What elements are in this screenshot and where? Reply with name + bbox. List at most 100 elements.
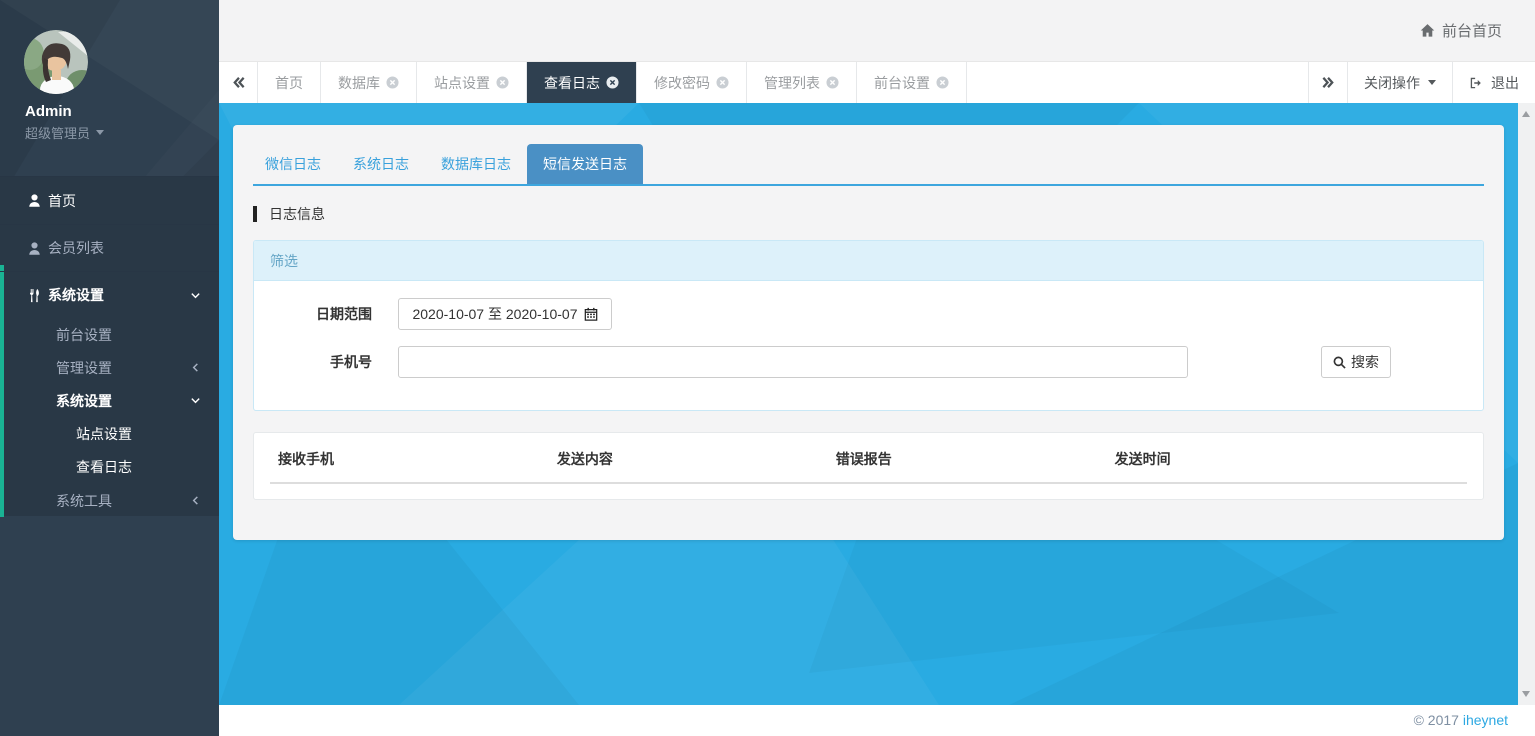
- user-name[interactable]: Admin: [25, 103, 72, 120]
- close-operations-label: 关闭操作: [1364, 73, 1420, 93]
- sidebar-item-label: 管理设置: [56, 358, 112, 378]
- tab-bar-spacer: [967, 62, 1308, 103]
- scroll-tabs-right-button[interactable]: [1308, 62, 1347, 103]
- sidebar-item-site-settings[interactable]: 站点设置: [0, 417, 219, 450]
- window-tab-site-settings[interactable]: 站点设置: [417, 62, 527, 103]
- log-table: 接收手机 发送内容 错误报告 发送时间: [253, 432, 1484, 500]
- tab-database-log[interactable]: 数据库日志: [425, 144, 527, 184]
- tab-label: 系统日志: [353, 156, 409, 172]
- tab-sms-log[interactable]: 短信发送日志: [527, 144, 643, 184]
- tab-label: 微信日志: [265, 156, 321, 172]
- breadcrumb-label: 前台首页: [1442, 20, 1502, 41]
- column-header-sent-time: 发送时间: [1107, 449, 1467, 469]
- date-range-input[interactable]: 2020-10-07 至 2020-10-07: [398, 298, 612, 330]
- table-header-divider: [270, 482, 1467, 484]
- window-tab-label: 管理列表: [764, 73, 820, 93]
- caret-down-icon: [1428, 80, 1436, 85]
- copyright-text: © 2017 iheynet: [1414, 705, 1508, 735]
- vertical-scrollbar[interactable]: [1518, 103, 1535, 705]
- sidebar-item-label: 站点设置: [76, 424, 132, 444]
- column-header-receiver-phone: 接收手机: [270, 449, 549, 469]
- close-operations-dropdown[interactable]: 关闭操作: [1347, 62, 1452, 103]
- sidebar-item-label: 系统设置: [48, 285, 104, 305]
- utensils-icon: [27, 288, 42, 303]
- tab-underline: [253, 184, 1484, 186]
- close-icon[interactable]: [716, 76, 729, 89]
- chevron-down-icon: [190, 395, 201, 406]
- section-header-bar: [253, 206, 257, 222]
- section-title: 日志信息: [269, 204, 325, 224]
- sidebar-item-system-settings[interactable]: 系统设置: [0, 271, 219, 318]
- scroll-tabs-left-button[interactable]: [219, 62, 258, 103]
- scrollbar-up-arrow-icon[interactable]: [1522, 111, 1530, 117]
- chevron-left-icon: [190, 362, 201, 373]
- sidebar-item-label: 首页: [48, 191, 76, 211]
- sidebar: Admin 超级管理员 首页 会员列表 系统设置 前台设置 管理设置: [0, 0, 219, 736]
- logout-label: 退出: [1491, 73, 1519, 93]
- logout-button[interactable]: 退出: [1452, 62, 1535, 103]
- sidebar-item-label: 前台设置: [56, 325, 112, 345]
- filter-panel: 筛选 日期范围 2020-10-07 至 2020-10-07 手机号: [253, 240, 1484, 411]
- window-tab-view-logs[interactable]: 查看日志: [527, 62, 637, 103]
- date-range-value: 2020-10-07 至 2020-10-07: [412, 304, 577, 324]
- sidebar-item-frontend-settings[interactable]: 前台设置: [0, 318, 219, 351]
- window-tab-label: 数据库: [338, 73, 380, 93]
- column-header-sent-content: 发送内容: [549, 449, 828, 469]
- sidebar-item-label: 查看日志: [76, 457, 132, 477]
- search-button[interactable]: 搜索: [1321, 346, 1391, 378]
- window-tab-home[interactable]: 首页: [258, 62, 321, 103]
- caret-down-icon: [96, 130, 104, 135]
- table-header-row: 接收手机 发送内容 错误报告 发送时间: [270, 449, 1467, 469]
- breadcrumb[interactable]: 前台首页: [1420, 0, 1502, 61]
- angle-double-right-icon: [1321, 75, 1336, 90]
- top-bar: 前台首页: [219, 0, 1535, 61]
- sidebar-item-admin-settings[interactable]: 管理设置: [0, 351, 219, 384]
- close-icon[interactable]: [386, 76, 399, 89]
- column-header-error-report: 错误报告: [828, 449, 1107, 469]
- brand-link[interactable]: iheynet: [1463, 712, 1508, 728]
- tab-label: 短信发送日志: [543, 156, 627, 172]
- close-icon[interactable]: [606, 76, 619, 89]
- user-role[interactable]: 超级管理员: [25, 123, 104, 142]
- scrollbar-down-arrow-icon[interactable]: [1522, 691, 1530, 697]
- window-tab-label: 查看日志: [544, 73, 600, 93]
- search-button-label: 搜索: [1351, 352, 1379, 372]
- phone-row: 手机号 搜索: [254, 346, 1483, 378]
- sidebar-item-view-logs[interactable]: 查看日志: [0, 450, 219, 483]
- window-tab-database[interactable]: 数据库: [321, 62, 417, 103]
- footer: © 2017 iheynet: [219, 705, 1535, 736]
- window-tab-change-password[interactable]: 修改密码: [637, 62, 747, 103]
- avatar[interactable]: [24, 30, 88, 94]
- sidebar-item-home[interactable]: 首页: [0, 177, 219, 224]
- window-tab-label: 修改密码: [654, 73, 710, 93]
- phone-label: 手机号: [280, 352, 372, 372]
- sidebar-item-members[interactable]: 会员列表: [0, 224, 219, 271]
- user-role-label: 超级管理员: [25, 123, 90, 142]
- section-header: 日志信息: [253, 205, 1484, 222]
- user-icon: [27, 241, 42, 256]
- log-tabs: 微信日志 系统日志 数据库日志 短信发送日志: [233, 125, 1504, 184]
- home-icon: [1420, 23, 1435, 38]
- chevron-down-icon: [190, 290, 201, 301]
- sidebar-item-label: 会员列表: [48, 238, 104, 258]
- close-icon[interactable]: [496, 76, 509, 89]
- calendar-icon: [584, 307, 598, 321]
- phone-input[interactable]: [398, 346, 1188, 378]
- close-icon[interactable]: [936, 76, 949, 89]
- copyright-year: © 2017: [1414, 712, 1459, 728]
- tab-system-log[interactable]: 系统日志: [337, 144, 425, 184]
- content-area: 微信日志 系统日志 数据库日志 短信发送日志 日志信息 筛选 日期范围 2020…: [219, 103, 1518, 705]
- tab-wechat-log[interactable]: 微信日志: [249, 144, 337, 184]
- sidebar-nav: 首页 会员列表 系统设置 前台设置 管理设置 系统设置 站点设置: [0, 176, 219, 516]
- user-profile[interactable]: [24, 30, 88, 94]
- date-range-label: 日期范围: [280, 304, 372, 324]
- close-icon[interactable]: [826, 76, 839, 89]
- sidebar-item-system-tools[interactable]: 系统工具: [0, 483, 219, 528]
- window-tab-label: 前台设置: [874, 73, 930, 93]
- window-tab-frontend-settings[interactable]: 前台设置: [857, 62, 967, 103]
- log-panel: 微信日志 系统日志 数据库日志 短信发送日志 日志信息 筛选 日期范围 2020…: [233, 125, 1504, 540]
- window-tab-label: 站点设置: [434, 73, 490, 93]
- sidebar-item-label: 系统设置: [56, 391, 112, 411]
- sidebar-item-system-settings-sub[interactable]: 系统设置: [0, 384, 219, 417]
- window-tab-admin-list[interactable]: 管理列表: [747, 62, 857, 103]
